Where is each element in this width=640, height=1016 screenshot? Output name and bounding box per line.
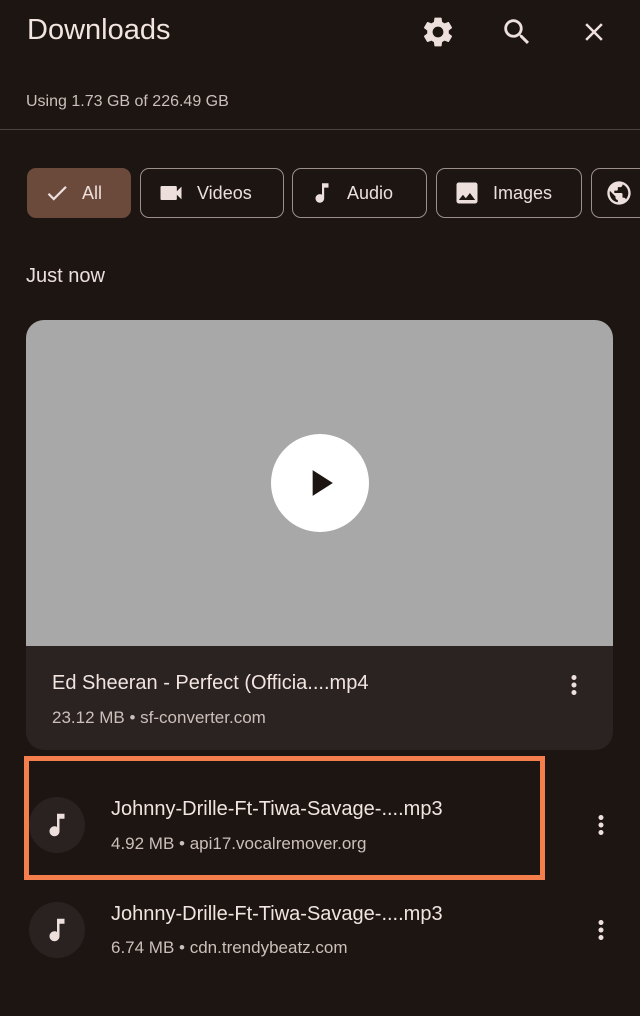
search-icon[interactable] [497,12,537,52]
more-vert-icon [598,815,604,835]
globe-icon [607,181,631,205]
chip-videos[interactable]: Videos [140,168,284,218]
music-note-icon [49,813,65,837]
download-item-video[interactable]: Ed Sheeran - Perfect (Officia....mp4 23.… [26,320,613,750]
play-icon [312,470,333,496]
music-note-icon [315,183,329,203]
more-options-button[interactable] [586,912,616,948]
filter-chips: All Videos Audio Images [0,168,640,220]
image-icon [456,182,478,204]
chip-label: Videos [197,182,252,203]
more-options-button[interactable] [559,667,589,703]
more-vert-icon [598,920,604,940]
music-note-icon [49,918,65,942]
chip-all[interactable]: All [27,168,131,218]
settings-icon[interactable] [418,12,458,52]
file-name: Johnny-Drille-Ft-Tiwa-Savage-....mp3 [111,903,443,925]
more-options-button[interactable] [586,807,616,843]
audio-file-icon [29,797,85,853]
file-meta: 23.12 MB • sf-converter.com [52,708,266,727]
header-divider [0,129,640,130]
chip-label: Audio [347,182,394,203]
file-meta: 6.74 MB • cdn.trendybeatz.com [111,938,348,957]
page-title: Downloads [27,14,171,46]
chip-audio[interactable]: Audio [292,168,427,218]
chip-label: All [82,182,103,203]
section-header-just-now: Just now [26,265,105,287]
storage-usage: Using 1.73 GB of 226.49 GB [26,93,229,110]
download-item-audio[interactable]: Johnny-Drille-Ft-Tiwa-Savage-....mp3 6.7… [0,882,640,982]
chip-web[interactable] [591,168,640,218]
more-vert-icon [571,675,577,695]
chip-label: Images [493,182,553,203]
check-icon [47,186,67,201]
video-icon [160,186,182,200]
file-name: Johnny-Drille-Ft-Tiwa-Savage-....mp3 [111,798,443,820]
close-icon[interactable] [574,12,614,52]
chip-images[interactable]: Images [436,168,582,218]
play-button[interactable] [271,434,369,532]
app-header: Downloads Using 1.73 GB of 226.49 GB [0,0,640,130]
download-item-audio[interactable]: Johnny-Drille-Ft-Tiwa-Savage-....mp3 4.9… [0,776,640,876]
video-thumbnail[interactable] [26,320,613,646]
file-meta: 4.92 MB • api17.vocalremover.org [111,834,367,853]
file-name: Ed Sheeran - Perfect (Officia....mp4 [52,672,369,694]
audio-file-icon [29,902,85,958]
